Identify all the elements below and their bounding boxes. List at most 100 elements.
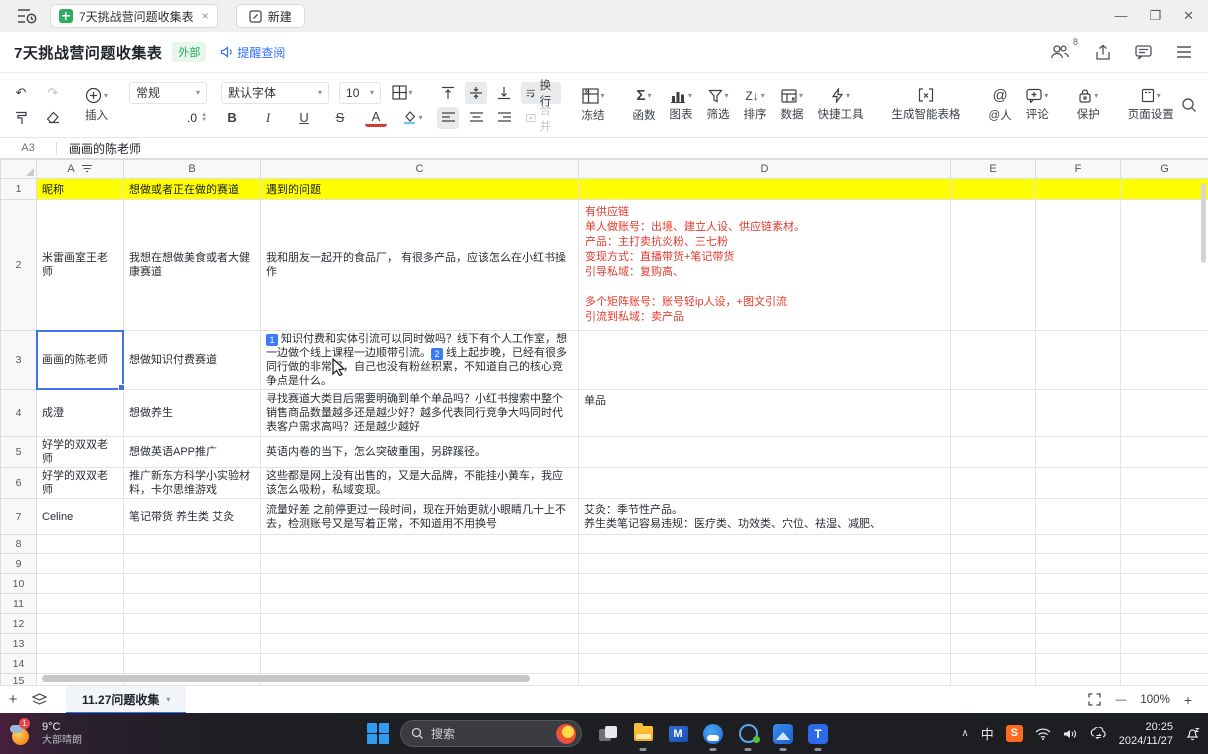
zoom-out-button[interactable]: — (1115, 694, 1126, 706)
merge-cells-button[interactable]: 合并 (521, 107, 561, 129)
decimal-stepper[interactable]: .0 ▲▼ (187, 111, 207, 125)
row-number[interactable]: 9 (1, 554, 37, 574)
tab-new-document[interactable]: 新建 (236, 4, 305, 28)
cell-c7[interactable]: 流量好差 之前停更过一段时间，现在开始更就小眼睛几十上不去，检测账号又是写着正常… (261, 499, 579, 535)
sogou-input-icon[interactable]: S (1006, 725, 1023, 742)
quick-tools-button[interactable]: ▾ 快捷工具 (811, 77, 871, 133)
remind-review-link[interactable]: 提醒查阅 (220, 44, 285, 61)
select-all-corner[interactable] (1, 160, 37, 179)
close-icon[interactable]: ✕ (1183, 0, 1194, 32)
underline-button[interactable]: U (293, 107, 315, 129)
row-number[interactable]: 6 (1, 468, 37, 499)
cell-c5[interactable]: 英语内卷的当下，怎么突破重围，另辟蹊径。 (261, 437, 579, 468)
cell-d7[interactable]: 艾灸：季节性产品。 养生类笔记容易违规：医疗类、功效类、穴位、祛湿、减肥、 (579, 499, 951, 535)
cell-a2[interactable]: 米雷画室王老师 (37, 200, 124, 331)
cell-c1[interactable]: 遇到的问题 (261, 179, 579, 200)
chart-button[interactable]: ▾ 图表 (663, 77, 700, 133)
cell-b7[interactable]: 笔记带货 养生类 艾灸 (124, 499, 261, 535)
add-sheet-button[interactable]: + (0, 691, 26, 708)
cell-d4[interactable]: 单品 (579, 390, 951, 437)
cell-a1[interactable]: 昵称 (37, 179, 124, 200)
row-number[interactable]: 2 (1, 200, 37, 331)
smart-table-button[interactable]: 生成智能表格 (885, 77, 968, 133)
column-header-g[interactable]: G (1121, 160, 1208, 179)
row-number[interactable]: 13 (1, 634, 37, 654)
start-button[interactable] (366, 722, 390, 746)
zoom-level[interactable]: 100% (1140, 694, 1169, 706)
eraser-icon[interactable] (42, 107, 64, 129)
freeze-button[interactable]: ▾ 冻结 (575, 77, 612, 133)
font-color-button[interactable]: A (365, 108, 387, 127)
column-header-e[interactable]: E (951, 160, 1036, 179)
cell-a3-selected[interactable]: 画画的陈老师 (37, 331, 124, 390)
cell-a5[interactable]: 好学的双双老师 (37, 437, 124, 468)
cell-d2[interactable]: 有供应链 单人做账号：出境、建立人设、供应链素材。 产品：主打卖抗炎粉、三七粉 … (579, 200, 951, 331)
cell-c6[interactable]: 这些都是网上没有出售的，又是大品牌，不能挂小黄车，我应该怎么吸粉，私域变现。 (261, 468, 579, 499)
page-setup-button[interactable]: ▾ 页面设置 (1121, 77, 1181, 133)
weather-widget[interactable]: 1 9°C 大部晴朗 (10, 721, 82, 747)
cell-d1[interactable] (579, 179, 951, 200)
vertical-scrollbar[interactable] (1201, 183, 1206, 263)
cell-b3[interactable]: 想做知识付费赛道 (124, 331, 261, 390)
align-bottom-icon[interactable] (493, 82, 515, 104)
column-header-a[interactable]: A (37, 160, 124, 179)
column-header-d[interactable]: D (579, 160, 951, 179)
tab-sheet-active[interactable]: 11.27问题收集 ▾ (66, 686, 186, 714)
bold-button[interactable]: B (221, 107, 243, 129)
qq-app-icon[interactable] (736, 722, 760, 746)
fill-color-button[interactable]: ▾ (401, 107, 423, 129)
font-size-select[interactable]: 10▾ (339, 82, 381, 104)
tray-expand-icon[interactable]: ∧ (961, 728, 968, 739)
font-family-select[interactable]: 默认字体▾ (221, 82, 329, 104)
cell-c3[interactable]: 1知识付费和实体引流可以同时做吗？线下有个人工作室，想一边做个线上课程一边顺带引… (261, 331, 579, 390)
row-number[interactable]: 15 (1, 674, 37, 686)
cell-a6[interactable]: 好学的双双老师 (37, 468, 124, 499)
share-icon[interactable] (1095, 44, 1111, 61)
row-number[interactable]: 12 (1, 614, 37, 634)
borders-icon[interactable]: ▾ (391, 82, 413, 104)
align-left-icon[interactable] (437, 107, 459, 129)
cell-d3[interactable] (579, 331, 951, 390)
redo-icon[interactable]: ↷ (42, 82, 64, 104)
doc-list-icon[interactable] (12, 5, 42, 27)
insert-button[interactable]: ▾ 插入 (78, 77, 115, 133)
sort-button[interactable]: Z↓▾ 排序 (737, 77, 774, 133)
sync-cloud-icon[interactable] (1090, 727, 1107, 740)
cell-b5[interactable]: 想做英语APP推广 (124, 437, 261, 468)
filter-dropdown-icon[interactable] (81, 164, 93, 174)
fullscreen-icon[interactable] (1088, 693, 1101, 706)
browser-app-icon[interactable] (701, 722, 725, 746)
row-number[interactable]: 11 (1, 594, 37, 614)
filter-button[interactable]: ▾ 筛选 (700, 77, 737, 133)
row-number[interactable]: 3 (1, 331, 37, 390)
cell-b6[interactable]: 推广新东方科学小实验材料，卡尔思维游戏 (124, 468, 261, 499)
column-header-f[interactable]: F (1036, 160, 1121, 179)
notification-bell-icon[interactable] (1185, 726, 1200, 741)
cell-b1[interactable]: 想做或者正在做的赛道 (124, 179, 261, 200)
align-center-icon[interactable] (465, 107, 487, 129)
docs-app-icon[interactable]: T (806, 722, 830, 746)
row-number[interactable]: 8 (1, 535, 37, 554)
wifi-icon[interactable] (1035, 728, 1051, 740)
cell-a4[interactable]: 成澄 (37, 390, 124, 437)
wrap-text-button[interactable]: 换行 (521, 82, 561, 104)
tab-current-document[interactable]: 7天挑战营问题收集表 × (50, 4, 218, 28)
cell-c2[interactable]: 我和朋友一起开的食品厂， 有很多产品，应该怎么在小红书操作 (261, 200, 579, 331)
cell-c4[interactable]: 寻找赛道大类目后需要明确到单个单品吗？小红书搜索中整个销售商品数量越多还是越少好… (261, 390, 579, 437)
column-header-b[interactable]: B (124, 160, 261, 179)
number-format-select[interactable]: 常规▾ (129, 82, 207, 104)
file-explorer-icon[interactable] (631, 722, 655, 746)
row-number[interactable]: 1 (1, 179, 37, 200)
comment-button[interactable]: ▾ 评论 (1019, 77, 1056, 133)
align-middle-icon[interactable] (465, 82, 487, 104)
row-number[interactable]: 5 (1, 437, 37, 468)
protect-button[interactable]: ▾ 保护 (1070, 77, 1107, 133)
menu-icon[interactable] (1176, 46, 1192, 58)
taskbar-search-input[interactable]: 搜索 (400, 720, 582, 747)
row-number[interactable]: 14 (1, 654, 37, 674)
cell-a7[interactable]: Celine (37, 499, 124, 535)
data-button[interactable]: ▾ 数据 (774, 77, 811, 133)
maximize-icon[interactable]: ❐ (1149, 0, 1161, 32)
cell-b4[interactable]: 想做养生 (124, 390, 261, 437)
formula-input[interactable]: 画画的陈老师 (69, 140, 141, 157)
